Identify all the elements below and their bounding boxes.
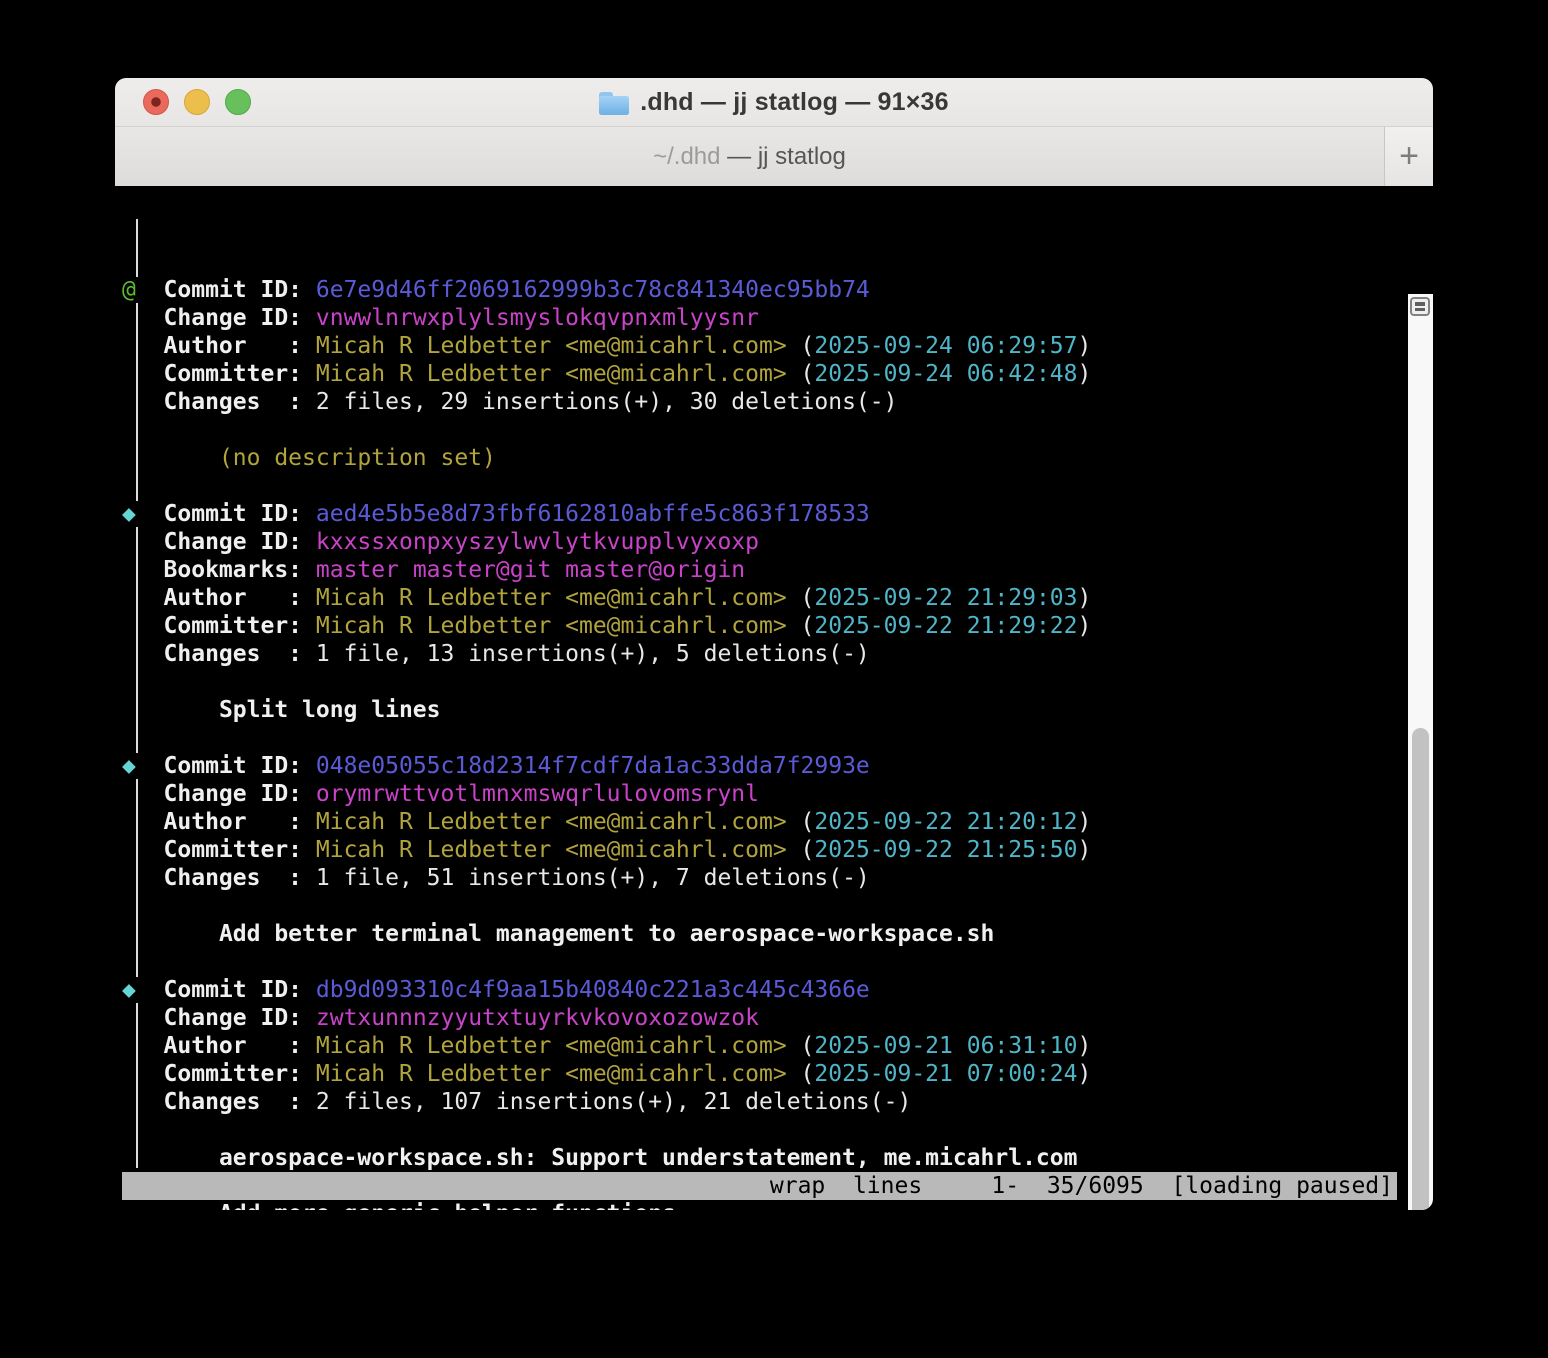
terminal-row: Change ID: kxxssxonpxyszylwvlytkvupplvyx… [122,528,1408,556]
tab-dhd-jj-statlog[interactable]: ~/.dhd — jj statlog [115,127,1384,186]
commit-id: 048e05055c18d2314f7cdf7da1ac33dda7f2993e [316,753,870,779]
terminal-content: @ Commit ID: 6e7e9d46ff2069162999b3c78c8… [115,186,1433,1210]
terminal-row: Changes : 1 file, 13 insertions(+), 5 de… [122,640,1408,668]
terminal-row: Change ID: zwtxunnnzyyutxtuyrkvkovoxozow… [122,1004,1408,1032]
split-pane-icon [1415,302,1425,306]
author-date: 2025-09-21 06:31:10 [814,1033,1077,1059]
tab-bar: ~/.dhd — jj statlog + [115,126,1433,186]
committer-date: 2025-09-22 21:29:22 [814,613,1077,639]
commit-symbol: ◆ [122,501,164,527]
zoom-button[interactable] [225,89,251,115]
terminal-row: Author : Micah R Ledbetter <me@micahrl.c… [122,332,1408,360]
author: Micah R Ledbetter <me@micahrl.com> [316,333,787,359]
description-line: Add better terminal management to aerosp… [219,921,994,947]
titlebar[interactable]: .dhd — jj statlog — 91×36 [115,78,1433,126]
terminal-row: ◆ Commit ID: 048e05055c18d2314f7cdf7da1a… [122,752,1408,780]
description-line: (no description set) [219,445,496,471]
committer: Micah R Ledbetter <me@micahrl.com> [316,361,787,387]
folder-proxy-icon [599,92,629,115]
committer-date: 2025-09-22 21:25:50 [814,837,1077,863]
committer: Micah R Ledbetter <me@micahrl.com> [316,613,787,639]
tab-path: ~/.dhd [653,143,720,171]
scrollbar[interactable] [1408,294,1433,1210]
terminal-row [122,416,1408,444]
change-id: vnwwlnrwxplylsmyslokqvpnxmlyysnr [316,305,759,331]
terminal-screen[interactable]: @ Commit ID: 6e7e9d46ff2069162999b3c78c8… [122,192,1408,1210]
terminal-row: aerospace-workspace.sh: Support understa… [122,1144,1408,1172]
author-date: 2025-09-22 21:20:12 [814,809,1077,835]
window-title-group: .dhd — jj statlog — 91×36 [599,88,949,117]
terminal-row: Author : Micah R Ledbetter <me@micahrl.c… [122,584,1408,612]
terminal-row: Changes : 2 files, 29 insertions(+), 30 … [122,388,1408,416]
terminal-row [122,892,1408,920]
minimize-button[interactable] [184,89,210,115]
terminal-row: Add better terminal management to aerosp… [122,920,1408,948]
commit-id: aed4e5b5e8d73fbf6162810abffe5c863f178533 [316,501,870,527]
committer: Micah R Ledbetter <me@micahrl.com> [316,837,787,863]
terminal-row: Bookmarks: master master@git master@orig… [122,556,1408,584]
working-copy-symbol: @ [122,277,164,303]
close-button[interactable] [143,89,169,115]
description-line: Add more generic helper functions [219,1201,676,1210]
terminal-row: Committer: Micah R Ledbetter <me@micahrl… [122,612,1408,640]
commit-id: db9d093310c4f9aa15b40840c221a3c445c4366e [316,977,870,1003]
terminal-row: Author : Micah R Ledbetter <me@micahrl.c… [122,1032,1408,1060]
scrollbar-thumb[interactable] [1412,728,1429,1210]
plus-icon: + [1399,137,1419,176]
committer-date: 2025-09-21 07:00:24 [814,1061,1077,1087]
commit-id: 6e7e9d46ff2069162999b3c78c841340ec95bb74 [316,277,870,303]
terminal-row: Change ID: vnwwlnrwxplylsmyslokqvpnxmlyy… [122,304,1408,332]
description-line: aerospace-workspace.sh: Support understa… [219,1145,1078,1171]
tab-title: — jj statlog [721,143,846,171]
window-title: .dhd — jj statlog — 91×36 [640,88,949,117]
change-id: kxxssxonpxyszylwvlytkvupplvyxoxp [316,529,759,555]
terminal-row [122,948,1408,976]
terminal-row: ◆ Commit ID: db9d093310c4f9aa15b40840c22… [122,976,1408,1004]
terminal-row: Split long lines [122,696,1408,724]
terminal-row: Changes : 2 files, 107 insertions(+), 21… [122,1088,1408,1116]
terminal-row: (no description set) [122,444,1408,472]
terminal-row: Add more generic helper functions [122,1200,1408,1210]
commit-symbol: ◆ [122,753,164,779]
terminal-row: @ Commit ID: 6e7e9d46ff2069162999b3c78c8… [122,276,1408,304]
new-tab-button[interactable]: + [1384,127,1433,186]
traffic-lights [143,78,251,126]
author-date: 2025-09-22 21:29:03 [814,585,1077,611]
change-id: zwtxunnnzyyutxtuyrkvkovoxozowzok [316,1005,759,1031]
terminal-row: Committer: Micah R Ledbetter <me@micahrl… [122,836,1408,864]
terminal-row [122,668,1408,696]
author: Micah R Ledbetter <me@micahrl.com> [316,585,787,611]
changes-stat: 2 files, 107 insertions(+), 21 deletions… [316,1089,911,1115]
author: Micah R Ledbetter <me@micahrl.com> [316,1033,787,1059]
split-pane-button[interactable] [1410,297,1430,316]
committer: Micah R Ledbetter <me@micahrl.com> [316,1061,787,1087]
changes-stat: 1 file, 51 insertions(+), 7 deletions(-) [316,865,870,891]
terminal-row [122,1116,1408,1144]
author: Micah R Ledbetter <me@micahrl.com> [316,809,787,835]
terminal-row [122,724,1408,752]
terminal-row [122,472,1408,500]
terminal-row [122,1172,1408,1200]
terminal-row: Author : Micah R Ledbetter <me@micahrl.c… [122,808,1408,836]
bookmarks: master master@git master@origin [316,557,745,583]
terminal-row: Committer: Micah R Ledbetter <me@micahrl… [122,1060,1408,1088]
changes-stat: 2 files, 29 insertions(+), 30 deletions(… [316,389,898,415]
terminal-row: Committer: Micah R Ledbetter <me@micahrl… [122,360,1408,388]
author-date: 2025-09-24 06:29:57 [814,333,1077,359]
terminal-row: Changes : 1 file, 51 insertions(+), 7 de… [122,864,1408,892]
committer-date: 2025-09-24 06:42:48 [814,361,1077,387]
commit-symbol: ◆ [122,977,164,1003]
description-line: Split long lines [219,697,441,723]
change-id: orymrwttvotlmnxmswqrlulovomsrynl [316,781,759,807]
changes-stat: 1 file, 13 insertions(+), 5 deletions(-) [316,641,870,667]
terminal-window: .dhd — jj statlog — 91×36 ~/.dhd — jj st… [115,78,1433,1210]
terminal-row: ◆ Commit ID: aed4e5b5e8d73fbf6162810abff… [122,500,1408,528]
desktop: { "window": { "title": ".dhd — jj statlo… [0,0,1548,1358]
terminal-row: Change ID: orymrwttvotlmnxmswqrlulovomsr… [122,780,1408,808]
